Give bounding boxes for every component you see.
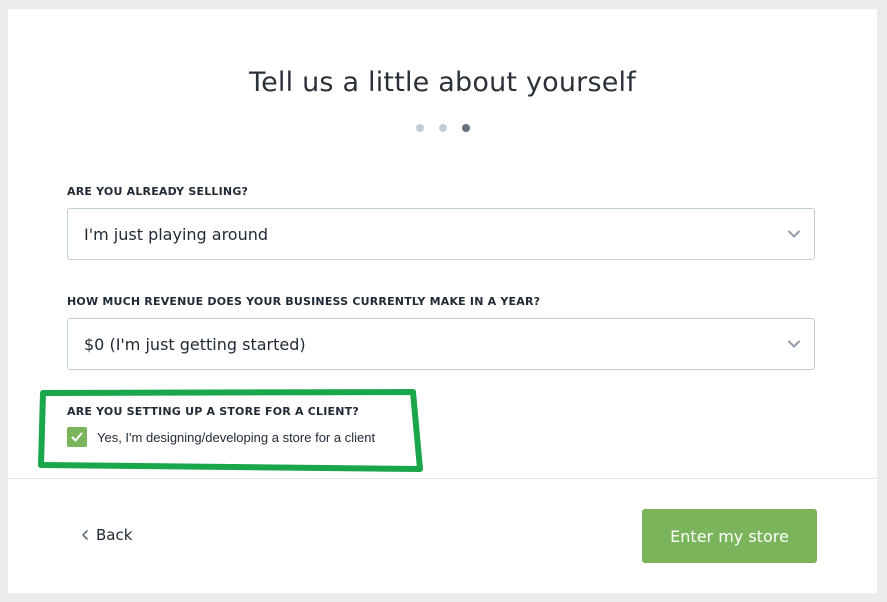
revenue-select-value: $0 (I'm just getting started) (84, 334, 306, 354)
revenue-label: HOW MUCH REVENUE DOES YOUR BUSINESS CURR… (67, 295, 541, 308)
chevron-down-icon (788, 340, 800, 348)
client-checkbox-label: Yes, I'm designing/developing a store fo… (97, 429, 376, 445)
back-button[interactable]: Back (80, 526, 132, 544)
selling-label: ARE YOU ALREADY SELLING? (67, 185, 249, 198)
client-checkbox-row[interactable]: Yes, I'm designing/developing a store fo… (67, 427, 375, 447)
onboarding-card: Tell us a little about yourself ARE YOU … (8, 9, 877, 593)
checkmark-icon (71, 432, 83, 442)
enter-store-button[interactable]: Enter my store (642, 509, 817, 563)
client-label: ARE YOU SETTING UP A STORE FOR A CLIENT? (67, 405, 359, 418)
selling-select[interactable]: I'm just playing around (67, 208, 815, 260)
step-indicator (8, 124, 877, 132)
step-dot-3-current (461, 124, 470, 132)
revenue-select[interactable]: $0 (I'm just getting started) (67, 318, 815, 370)
footer-divider (8, 478, 877, 479)
chevron-down-icon (788, 230, 800, 238)
step-dot-1 (415, 124, 424, 132)
back-button-label: Back (96, 526, 133, 544)
step-dot-2 (438, 124, 447, 132)
selling-select-value: I'm just playing around (84, 224, 269, 244)
chevron-left-icon (82, 530, 88, 540)
client-checkbox[interactable] (67, 427, 87, 447)
page-title: Tell us a little about yourself (249, 67, 636, 98)
